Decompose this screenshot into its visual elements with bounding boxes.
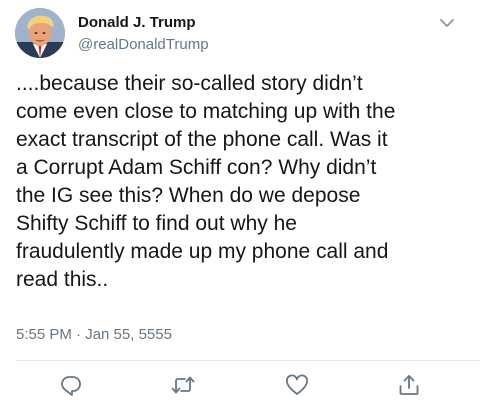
retweet-icon <box>171 376 195 394</box>
tweet-text-line: the IG see this? When do we depose <box>16 184 361 207</box>
share-icon <box>399 375 419 395</box>
avatar[interactable] <box>15 8 65 58</box>
retweet-button[interactable] <box>170 372 196 398</box>
tweet-text-line: come even close to matching up with the <box>16 100 396 123</box>
user-handle[interactable]: @realDonaldTrump <box>78 36 209 53</box>
tweet-text-line: read this.. <box>16 268 109 291</box>
profile-avatar-icon <box>15 8 65 58</box>
tweet-text: ....because their so-called story didn’t… <box>16 70 471 294</box>
display-name[interactable]: Donald J. Trump <box>78 14 196 31</box>
tweet-text-line: exact transcript of the phone call. Was … <box>16 128 388 151</box>
like-icon <box>286 374 308 395</box>
tweet-timestamp[interactable]: 5:55 PM · Jan 55, 5555 <box>16 326 172 343</box>
reply-icon <box>61 376 81 396</box>
chevron-down-icon[interactable] <box>436 12 458 34</box>
divider <box>16 360 480 361</box>
like-button[interactable] <box>284 372 310 398</box>
tweet-text-line: fraudulently made up my phone call and <box>16 240 389 263</box>
tweet-text-line: Shifty Schiff to find out why he <box>16 212 297 235</box>
tweet-text-line: a Corrupt Adam Schiff con? Why didn’t <box>16 156 377 179</box>
tweet-text-line: ....because their so-called story didn’t <box>16 72 363 95</box>
reply-button[interactable] <box>58 372 84 398</box>
tweet-card: Donald J. Trump @realDonaldTrump ....bec… <box>0 0 480 410</box>
share-button[interactable] <box>396 372 422 398</box>
